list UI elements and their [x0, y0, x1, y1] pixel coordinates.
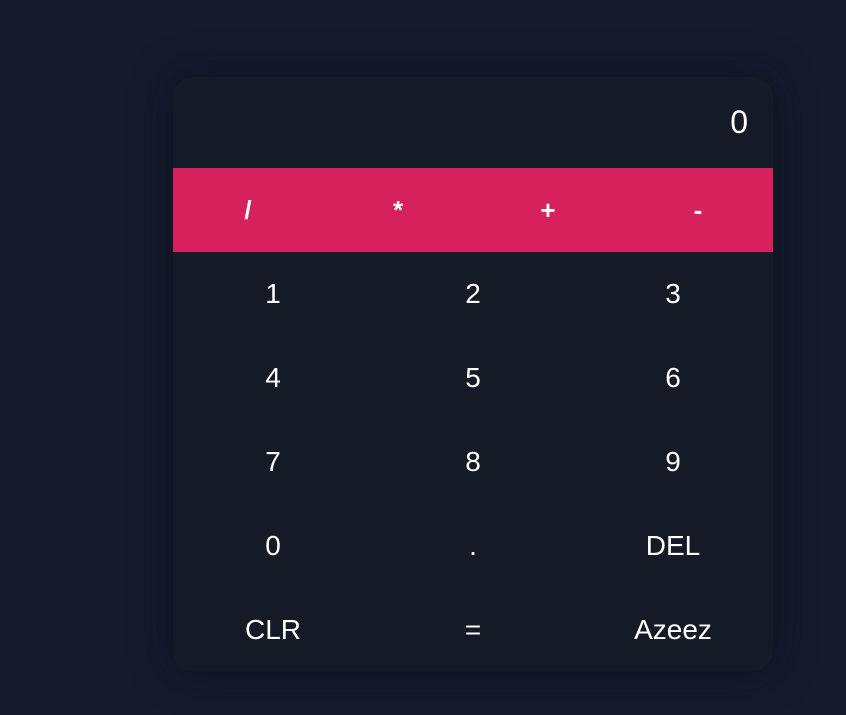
- digit-9-button[interactable]: 9: [573, 420, 773, 504]
- add-button[interactable]: +: [473, 168, 623, 252]
- delete-button[interactable]: DEL: [573, 504, 773, 588]
- keypad: 1 2 3 4 5 6 7 8 9 0 . DEL CLR = Azeez: [173, 252, 773, 671]
- clear-button[interactable]: CLR: [173, 588, 373, 671]
- multiply-button[interactable]: *: [323, 168, 473, 252]
- calculator-display: 0: [173, 77, 773, 168]
- divide-button[interactable]: /: [173, 168, 323, 252]
- display-value: 0: [730, 104, 748, 140]
- calculator: 0 / * + - 1 2 3 4 5 6 7 8 9 0 . DEL CLR …: [173, 77, 773, 671]
- digit-8-button[interactable]: 8: [373, 420, 573, 504]
- digit-5-button[interactable]: 5: [373, 336, 573, 420]
- decimal-button[interactable]: .: [373, 504, 573, 588]
- equals-button[interactable]: =: [373, 588, 573, 671]
- digit-3-button[interactable]: 3: [573, 252, 773, 336]
- digit-7-button[interactable]: 7: [173, 420, 373, 504]
- digit-2-button[interactable]: 2: [373, 252, 573, 336]
- digit-0-button[interactable]: 0: [173, 504, 373, 588]
- subtract-button[interactable]: -: [623, 168, 773, 252]
- operator-row: / * + -: [173, 168, 773, 252]
- digit-4-button[interactable]: 4: [173, 336, 373, 420]
- digit-6-button[interactable]: 6: [573, 336, 773, 420]
- azeez-button[interactable]: Azeez: [573, 588, 773, 671]
- digit-1-button[interactable]: 1: [173, 252, 373, 336]
